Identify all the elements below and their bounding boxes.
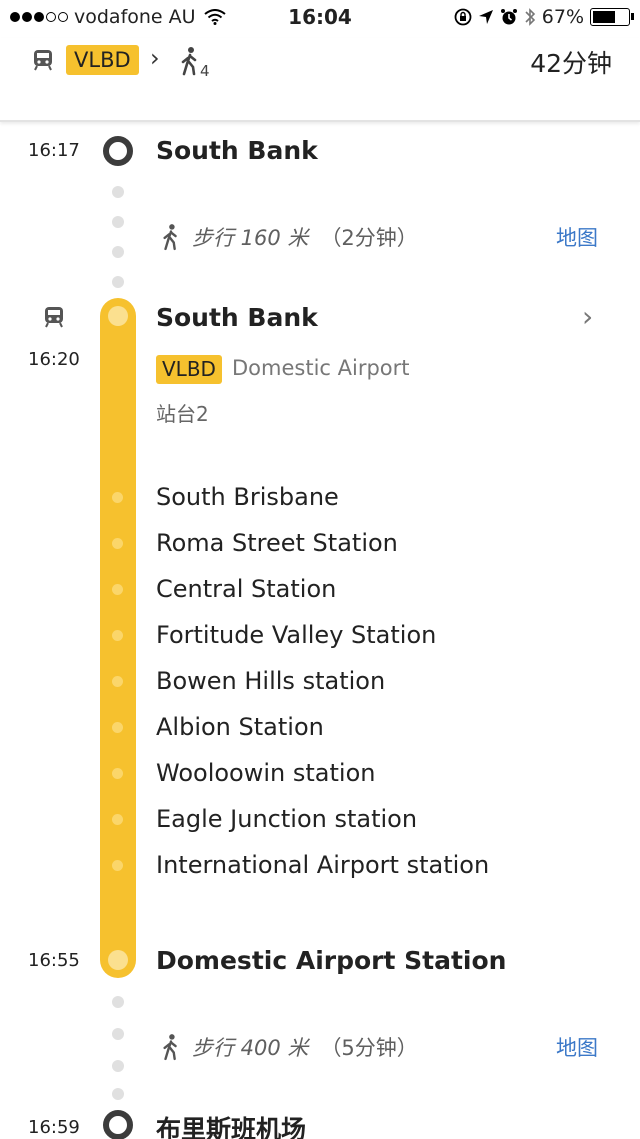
intermediate-stop-dot [112, 676, 123, 687]
route-badge: VLBD [156, 355, 222, 384]
intermediate-stop-dot [112, 722, 123, 733]
alight-stop-name[interactable]: Domestic Airport Station [156, 946, 506, 975]
platform-label: 站台2 [156, 402, 209, 426]
intermediate-stop: Eagle Junction station [156, 805, 418, 833]
intermediate-stop-dot [112, 768, 123, 779]
alarm-icon [500, 9, 517, 25]
intermediate-stop: Bowen Hills station [156, 667, 386, 695]
walking-icon [181, 47, 197, 76]
destination-marker [103, 1110, 133, 1139]
intermediate-stop: International Airport station [156, 851, 490, 879]
intermediate-stop-dot [112, 630, 123, 641]
intermediate-stop-dot [112, 814, 123, 825]
walk-segment-count: 4 [200, 62, 210, 80]
walk-path-dot [112, 246, 124, 258]
intermediate-stop-dot [112, 538, 123, 549]
board-stop-name[interactable]: South Bank [156, 303, 318, 332]
intermediate-stop-dot [112, 860, 123, 871]
route-direction: Domestic Airport [232, 356, 410, 380]
intermediate-stop: Roma Street Station [156, 529, 398, 557]
chevron-right-icon: › [150, 44, 160, 72]
intermediate-stop: Wooloowin station [156, 759, 376, 787]
start-time: 16:17 [28, 140, 80, 161]
walk-distance: 步行 400 米 [192, 1036, 309, 1060]
start-stop-marker [103, 136, 133, 166]
train-icon [34, 50, 52, 71]
route-summary-header[interactable]: VLBD › 4 42分钟 [0, 38, 640, 122]
intermediate-stop: Fortitude Valley Station [156, 621, 437, 649]
intermediate-stop-dot [112, 492, 123, 503]
bluetooth-icon [525, 8, 535, 26]
board-time: 16:20 [28, 349, 80, 370]
train-icon [45, 307, 63, 328]
walk-segment-2: 步行 400 米 （5分钟） [160, 1032, 418, 1062]
location-icon [478, 10, 493, 24]
walk-path-dot [112, 1088, 124, 1100]
destination-name[interactable]: 布里斯班机场 [156, 1110, 306, 1139]
walk-path-dot [112, 996, 124, 1008]
destination-time: 16:59 [28, 1117, 80, 1138]
map-link[interactable]: 地图 [556, 222, 598, 252]
walk-path-dot [112, 216, 124, 228]
battery-percent: 67% [541, 6, 584, 28]
intermediate-stop: Albion Station [156, 713, 324, 741]
walk-duration: （2分钟） [320, 226, 418, 250]
start-stop-name[interactable]: South Bank [156, 136, 318, 165]
intermediate-stop: Central Station [156, 575, 337, 603]
walking-icon [163, 1034, 177, 1061]
alight-stop-marker [108, 950, 128, 970]
chevron-right-icon[interactable]: › [582, 300, 593, 333]
walk-duration: （5分钟） [320, 1036, 418, 1060]
intermediate-stop: South Brisbane [156, 483, 339, 511]
status-right: 67% [454, 6, 634, 28]
walk-segment-1: 步行 160 米 （2分钟） [160, 222, 418, 252]
intermediate-stop-dot [112, 584, 123, 595]
walk-path-dot [112, 186, 124, 198]
battery-icon [590, 8, 634, 26]
orientation-lock-icon [454, 8, 472, 26]
total-duration: 42分钟 [530, 49, 612, 78]
walking-icon [163, 224, 177, 251]
walk-path-dot [112, 276, 124, 288]
status-bar: vodafone AU 16:04 67% [0, 0, 640, 38]
walk-distance: 步行 160 米 [192, 226, 309, 250]
map-link[interactable]: 地图 [556, 1032, 598, 1062]
alight-time: 16:55 [28, 950, 80, 971]
walk-path-dot [112, 1060, 124, 1072]
route-badge: VLBD [66, 45, 139, 75]
walk-path-dot [112, 1028, 124, 1040]
board-stop-marker [108, 306, 128, 326]
